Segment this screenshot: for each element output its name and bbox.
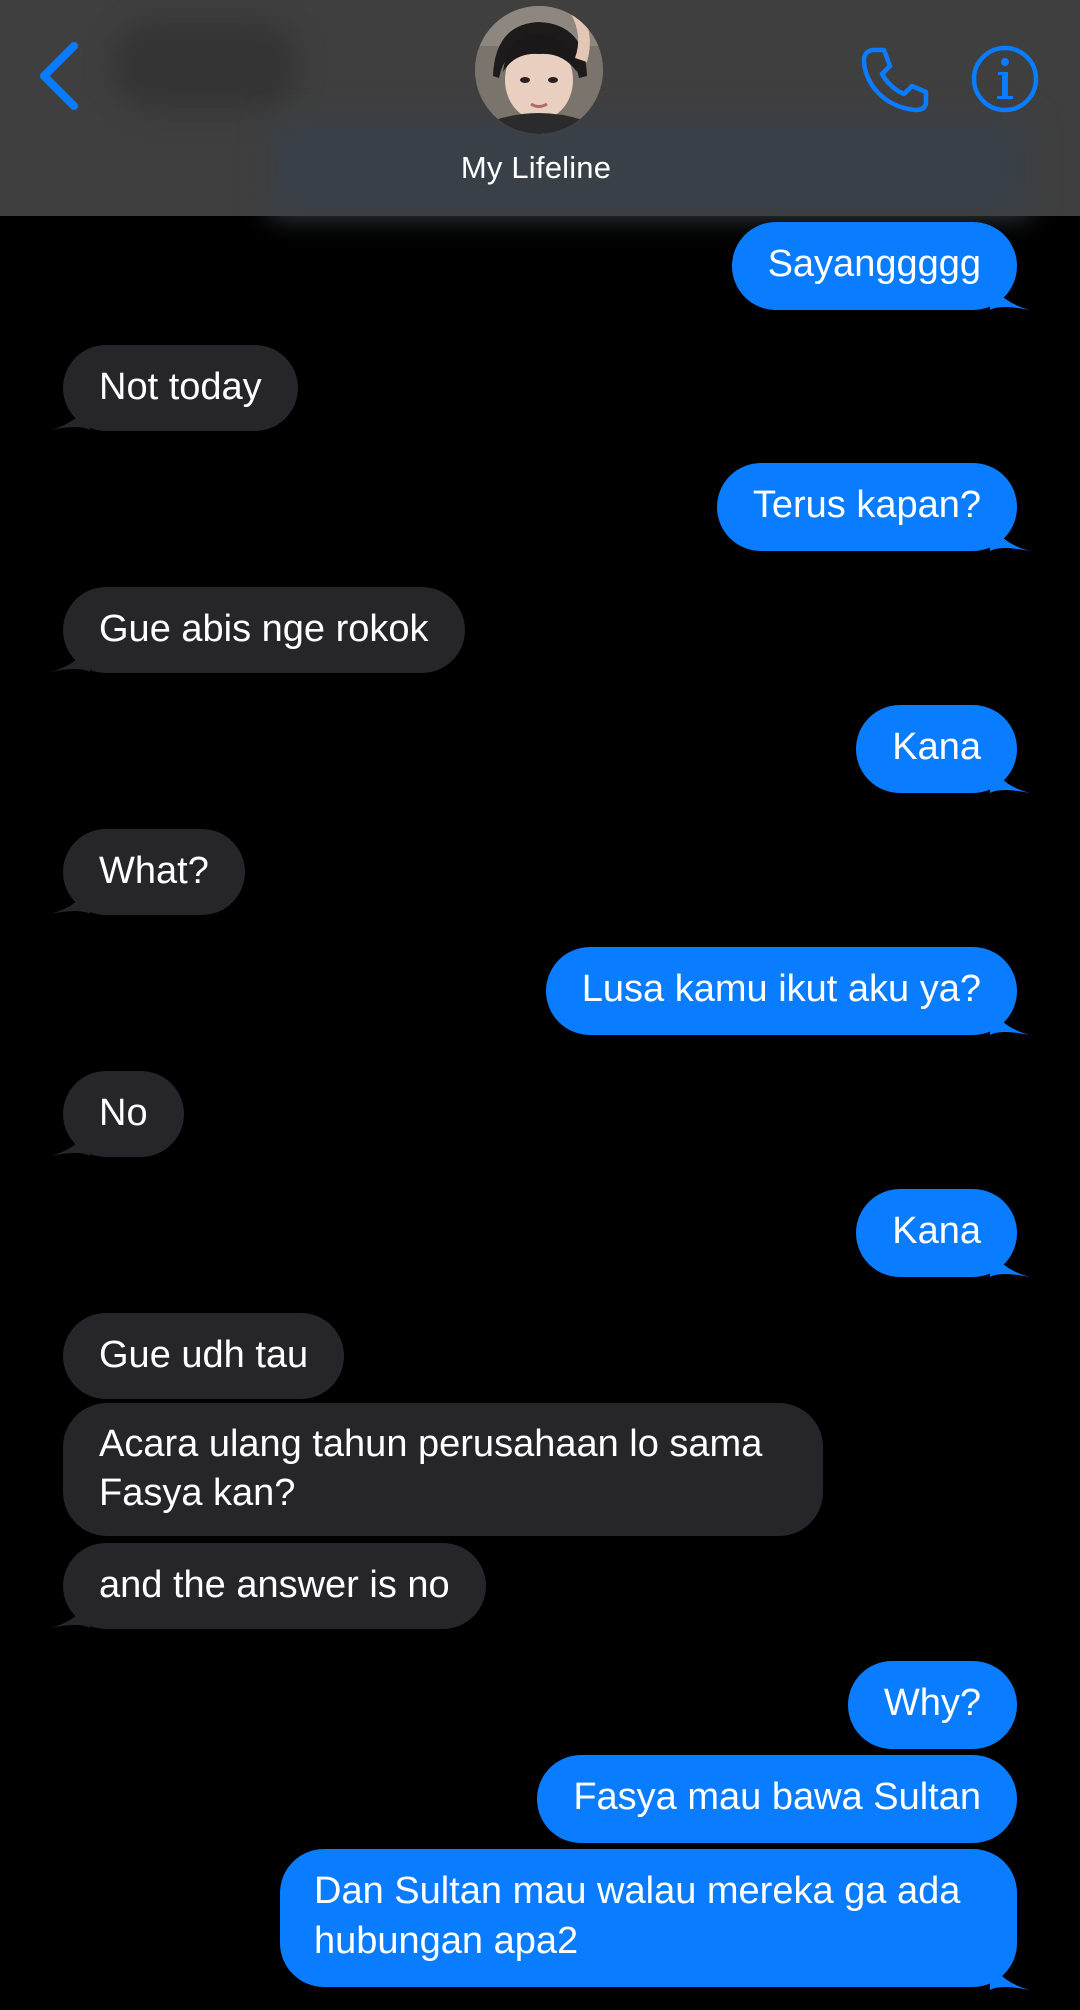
message-text: Kana [892,726,981,768]
conversation-header: My Lifeline [0,0,1080,216]
message-text: and the answer is no [99,1564,450,1606]
message-text: Sayanggggg [767,243,981,285]
sent-message[interactable]: Fasya mau bawa Sultan [537,1755,1017,1843]
message-text: Not today [99,366,262,408]
received-message[interactable]: What? [63,829,245,915]
received-message[interactable]: Gue abis nge rokok [63,587,465,673]
message-text: Kana [892,1210,981,1252]
message-text: Dan Sultan mau walau mereka ga ada hubun… [314,1870,961,1962]
sent-message[interactable]: Terus kapan? [716,463,1017,551]
message-text: Gue abis nge rokok [99,608,429,650]
received-message[interactable]: and the answer is no [63,1543,486,1629]
message-text: No [99,1092,148,1134]
sent-message[interactable]: Dan Sultan mau walau mereka ga ada hubun… [280,1849,1017,1987]
bubble-tail [50,1588,90,1628]
header-blur [110,20,300,110]
message-text: Terus kapan? [752,484,981,526]
received-message[interactable]: Not today [63,345,298,431]
bubble-tail [990,511,1030,551]
bubble-tail [50,390,90,430]
bubble-tail [990,995,1030,1035]
bubble-tail [50,874,90,914]
sent-message[interactable]: Why? [847,1661,1017,1749]
info-icon [971,45,1039,113]
phone-icon [861,47,929,113]
bubble-tail [990,270,1030,310]
message-text: Lusa kamu ikut aku ya? [581,968,981,1010]
sent-message[interactable]: Lusa kamu ikut aku ya? [545,947,1017,1035]
received-message[interactable]: Acara ulang tahun perusahaan lo sama Fas… [63,1403,823,1536]
message-text: Why? [883,1682,981,1724]
message-text: Gue udh tau [99,1334,309,1376]
sent-message[interactable]: Sayanggggg [731,222,1017,310]
message-text: Fasya mau bawa Sultan [573,1776,981,1818]
received-message[interactable]: Gue udh tau [63,1313,345,1399]
back-button[interactable] [30,38,90,114]
bubble-tail [990,753,1030,793]
message-text: Acara ulang tahun perusahaan lo sama Fas… [99,1423,763,1514]
chevron-left-icon [40,42,78,110]
bubble-tail [50,632,90,672]
conversation-screen: My Lifeline Sayanggggg Not today Terus k… [0,0,1080,2010]
contact-name[interactable]: My Lifeline [0,150,1072,186]
bubble-tail [50,1116,90,1156]
bubble-tail [990,1237,1030,1277]
avatar [475,6,603,134]
call-button[interactable] [858,44,930,116]
contact-avatar[interactable] [475,6,603,134]
message-text: What? [99,850,209,892]
bubble-tail [990,1950,1030,1990]
info-button[interactable] [970,44,1040,114]
